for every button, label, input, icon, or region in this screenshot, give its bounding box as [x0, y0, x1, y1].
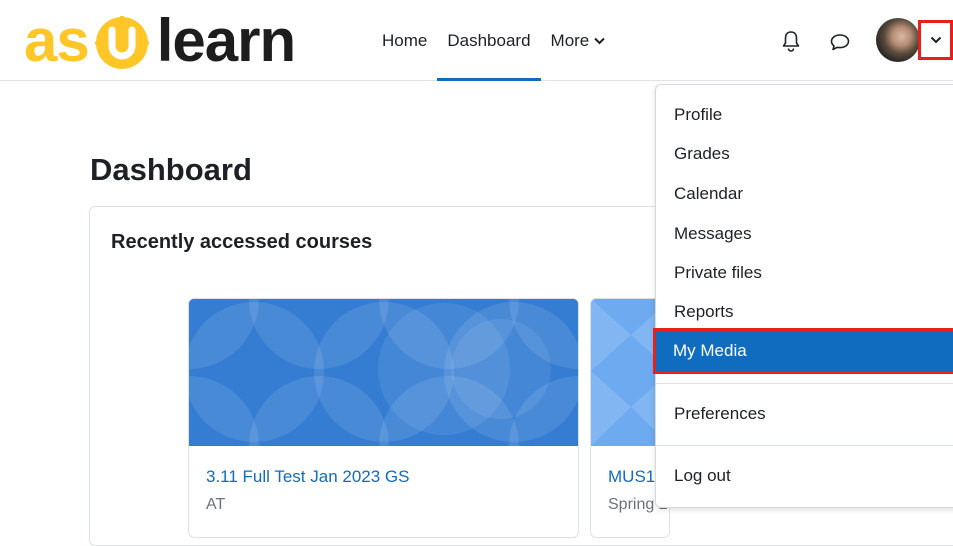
menu-item-messages[interactable]: Messages: [657, 214, 953, 254]
menu-divider: [656, 445, 953, 446]
nav-dashboard-label: Dashboard: [447, 30, 531, 50]
user-avatar[interactable]: [876, 18, 920, 62]
user-menu-toggle[interactable]: [918, 20, 953, 60]
menu-item-label: Messages: [674, 224, 752, 243]
bell-icon[interactable]: [781, 30, 801, 52]
menu-item-label: Log out: [674, 466, 731, 485]
menu-item-label: Private files: [674, 263, 762, 282]
menu-item-label: Reports: [674, 302, 734, 321]
course-pattern: [189, 299, 578, 446]
menu-item-label: Grades: [674, 144, 730, 163]
chevron-down-icon: [594, 37, 605, 44]
logo-suffix: learn: [156, 7, 296, 74]
course-name-link[interactable]: MUS1: [608, 467, 655, 487]
logo-prefix: as: [24, 7, 90, 74]
course-category: AT: [206, 496, 226, 513]
menu-item-label: My Media: [673, 341, 747, 360]
menu-item-private-files[interactable]: Private files: [657, 253, 953, 293]
menu-item-my-media[interactable]: My Media: [653, 328, 953, 374]
site-logo[interactable]: as learn: [24, 7, 296, 74]
menu-item-calendar[interactable]: Calendar: [657, 174, 953, 214]
menu-item-grades[interactable]: Grades: [657, 134, 953, 174]
chat-icon[interactable]: [829, 32, 851, 52]
nav-home[interactable]: Home: [372, 0, 437, 81]
chevron-down-icon: [930, 36, 941, 44]
menu-item-log-out[interactable]: Log out: [657, 456, 953, 496]
menu-item-reports[interactable]: Reports: [657, 292, 953, 332]
block-title: Recently accessed courses: [111, 231, 373, 253]
nav-more-label: More: [550, 30, 590, 50]
menu-item-preferences[interactable]: Preferences: [657, 394, 953, 434]
nav-dashboard[interactable]: Dashboard: [437, 0, 541, 81]
nav-home-label: Home: [382, 30, 428, 50]
menu-item-label: Preferences: [674, 404, 766, 423]
course-image: [189, 299, 578, 446]
nav-more[interactable]: More: [541, 0, 616, 81]
user-menu-dropdown: Profile Grades Calendar Messages Private…: [653, 84, 953, 508]
menu-item-label: Calendar: [674, 184, 743, 203]
menu-divider: [656, 383, 953, 384]
course-name-link[interactable]: 3.11 Full Test Jan 2023 GS: [206, 467, 410, 487]
page-title: Dashboard: [90, 152, 252, 187]
menu-item-profile[interactable]: Profile: [657, 95, 953, 135]
logo-u-emblem: [94, 16, 149, 69]
course-card[interactable]: 3.11 Full Test Jan 2023 GS AT: [188, 298, 579, 538]
top-navbar: as learn Home Dashboard More: [0, 0, 953, 81]
primary-navigation: Home Dashboard More: [372, 0, 615, 81]
menu-item-label: Profile: [674, 105, 723, 124]
